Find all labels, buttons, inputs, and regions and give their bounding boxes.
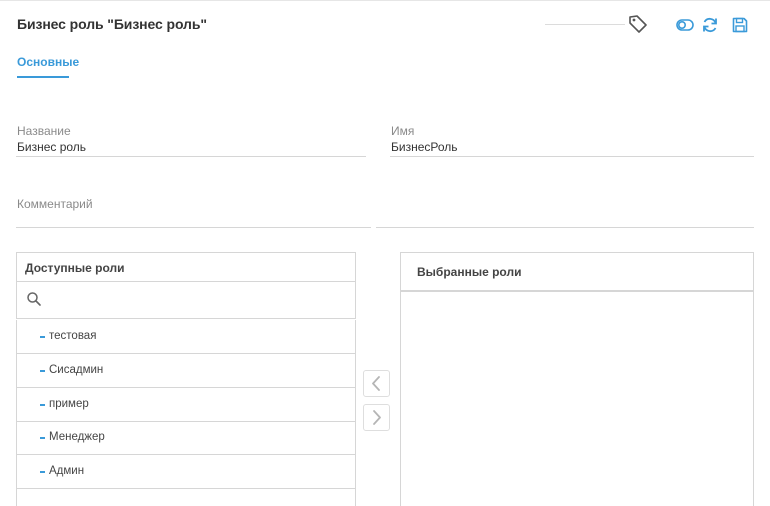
tab-main[interactable]: Основные: [17, 55, 79, 69]
tag-icon[interactable]: [626, 12, 650, 36]
toggle-icon[interactable]: [675, 15, 695, 35]
id-field[interactable]: БизнесРоль: [391, 140, 458, 154]
available-roles-title: Доступные роли: [25, 261, 125, 275]
list-item[interactable]: Админ: [16, 455, 356, 489]
selected-roles-title: Выбранные роли: [417, 265, 522, 279]
list-item-label: пример: [49, 398, 89, 410]
search-icon: [26, 291, 42, 307]
chevron-left-icon: [372, 376, 380, 391]
list-item-partial: [16, 489, 356, 506]
selected-roles-header-divider: [400, 290, 754, 292]
comment-field-underline-right: [376, 227, 754, 228]
list-item[interactable]: пример: [16, 388, 356, 422]
dash-icon: [40, 336, 45, 338]
page-title: Бизнес роль "Бизнес роль": [17, 16, 207, 32]
name-field[interactable]: Бизнес роль: [17, 140, 86, 154]
tab-active-indicator: [17, 76, 69, 78]
list-item[interactable]: Сисадмин: [16, 354, 356, 388]
move-left-button[interactable]: [363, 370, 390, 397]
chevron-right-icon: [373, 410, 381, 425]
search-input[interactable]: [49, 286, 349, 314]
comment-label: Комментарий: [17, 197, 93, 211]
comment-field-underline-left: [16, 227, 371, 228]
available-roles-search[interactable]: [16, 281, 356, 319]
dash-icon: [40, 471, 45, 473]
dash-icon: [40, 437, 45, 439]
top-divider: [0, 0, 770, 2]
dash-icon: [40, 370, 45, 372]
tag-slider-track: [545, 24, 625, 25]
list-item[interactable]: Менеджер: [16, 421, 356, 455]
id-label: Имя: [391, 124, 415, 138]
dash-icon: [40, 404, 45, 406]
list-item-label: Сисадмин: [49, 364, 104, 376]
name-field-underline: [16, 156, 366, 157]
id-field-underline: [390, 156, 754, 157]
list-item-label: Менеджер: [49, 431, 105, 443]
name-label: Название: [17, 124, 71, 138]
list-item-label: тестовая: [49, 330, 97, 342]
list-item-label: Админ: [49, 465, 85, 477]
move-right-button[interactable]: [363, 404, 390, 431]
save-icon[interactable]: [730, 15, 750, 35]
refresh-icon[interactable]: [700, 15, 720, 35]
list-item[interactable]: тестовая: [16, 320, 356, 354]
